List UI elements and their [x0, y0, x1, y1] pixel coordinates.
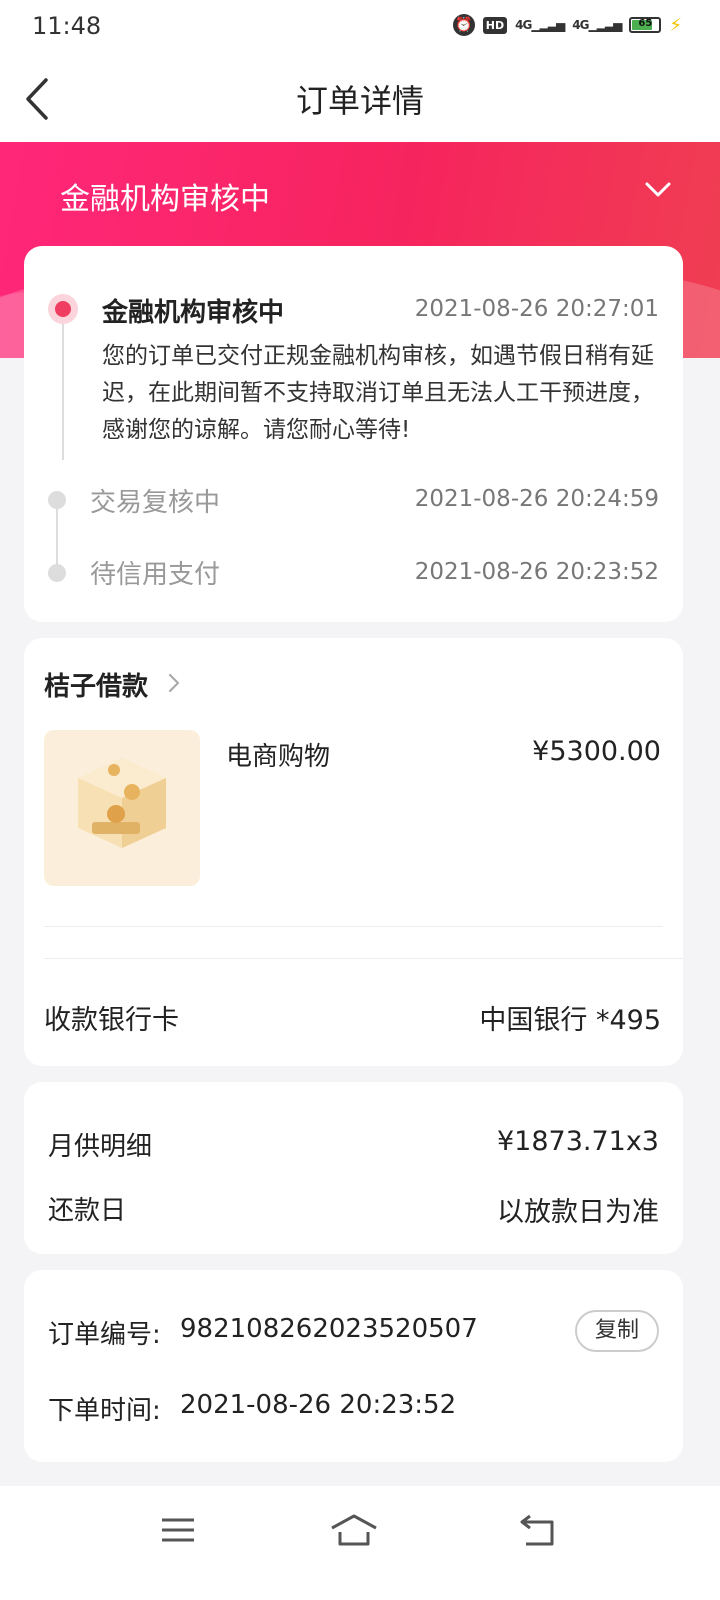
order-time-label: 下单时间: [48, 1396, 161, 1426]
timeline-step-title: 交易复核中 [90, 488, 221, 518]
order-info-card: 订单编号: 982108262023520507 复制 下单时间: 2021-0… [24, 1270, 683, 1462]
timeline-dot [48, 491, 66, 509]
alarm-icon: ⏰ [452, 14, 475, 36]
repay-day-label: 还款日 [48, 1196, 127, 1226]
order-time: 2021-08-26 20:23:52 [180, 1390, 457, 1420]
home-icon[interactable] [330, 1512, 378, 1548]
chevron-down-icon[interactable] [644, 180, 672, 200]
chevron-right-icon[interactable] [167, 672, 181, 694]
timeline-current-desc: 您的订单已交付正规金融机构审核，如遇节假日稍有延迟，在此期间暂不支持取消订单且无… [102, 343, 654, 443]
monthly-value: ¥1873.71x3 [497, 1126, 659, 1157]
system-nav-bar [0, 1486, 720, 1600]
repayment-card: 月供明细 ¥1873.71x3 还款日 以放款日为准 [24, 1082, 683, 1254]
repay-day-value: 以放款日为准 [497, 1197, 659, 1228]
product-image [44, 730, 200, 886]
menu-icon[interactable] [158, 1512, 198, 1548]
status-time: 11:48 [32, 12, 102, 40]
lender-link[interactable]: 桔子借款 [44, 666, 148, 703]
timeline-current-title: 金融机构审核中 [102, 298, 285, 328]
status-timeline: 金融机构审核中 2021-08-26 20:27:01 您的订单已交付正规金融机… [24, 246, 683, 622]
timeline-step-time: 2021-08-26 20:24:59 [414, 486, 659, 512]
status-icons: ⏰ HD 4G▁▂▃▅ 4G▁▂▃▅ 65 ⚡ [452, 14, 682, 36]
battery-icon: 65 [629, 17, 662, 33]
timeline-dot [48, 564, 66, 582]
timeline-line [62, 322, 64, 460]
divider [44, 926, 663, 927]
signal-icon: 4G▁▂▃▅ [515, 18, 565, 32]
timeline-dot-active [48, 294, 78, 324]
order-number: 982108262023520507 [180, 1314, 478, 1344]
bank-card-value: 中国银行 *495 [479, 1005, 661, 1036]
order-number-label: 订单编号: [48, 1320, 161, 1350]
hd-icon: HD [482, 16, 508, 34]
product-name: 电商购物 [226, 742, 331, 772]
charging-icon: ⚡ [669, 14, 682, 36]
coin-box-icon [78, 758, 166, 848]
timeline-step-time: 2021-08-26 20:23:52 [414, 559, 659, 585]
order-status: 金融机构审核中 [60, 182, 270, 217]
back-icon[interactable] [518, 1512, 558, 1548]
signal-icon: 4G▁▂▃▅ [572, 18, 622, 32]
monthly-label: 月供明细 [48, 1132, 153, 1162]
product-price: ¥5300.00 [532, 736, 661, 767]
divider [44, 958, 683, 959]
nav-bar: 订单详情 [0, 56, 720, 142]
bank-card-label: 收款银行卡 [44, 1005, 179, 1036]
copy-button[interactable]: 复制 [575, 1310, 659, 1352]
status-bar: 11:48 ⏰ HD 4G▁▂▃▅ 4G▁▂▃▅ 65 ⚡ [0, 0, 720, 56]
timeline-step-title: 待信用支付 [90, 560, 221, 590]
page-title: 订单详情 [295, 82, 424, 120]
product-card: 桔子借款 电商购物 ¥5300.00 收款银行卡 中国银行 *495 [24, 638, 683, 1066]
timeline-current-time: 2021-08-26 20:27:01 [414, 296, 659, 322]
